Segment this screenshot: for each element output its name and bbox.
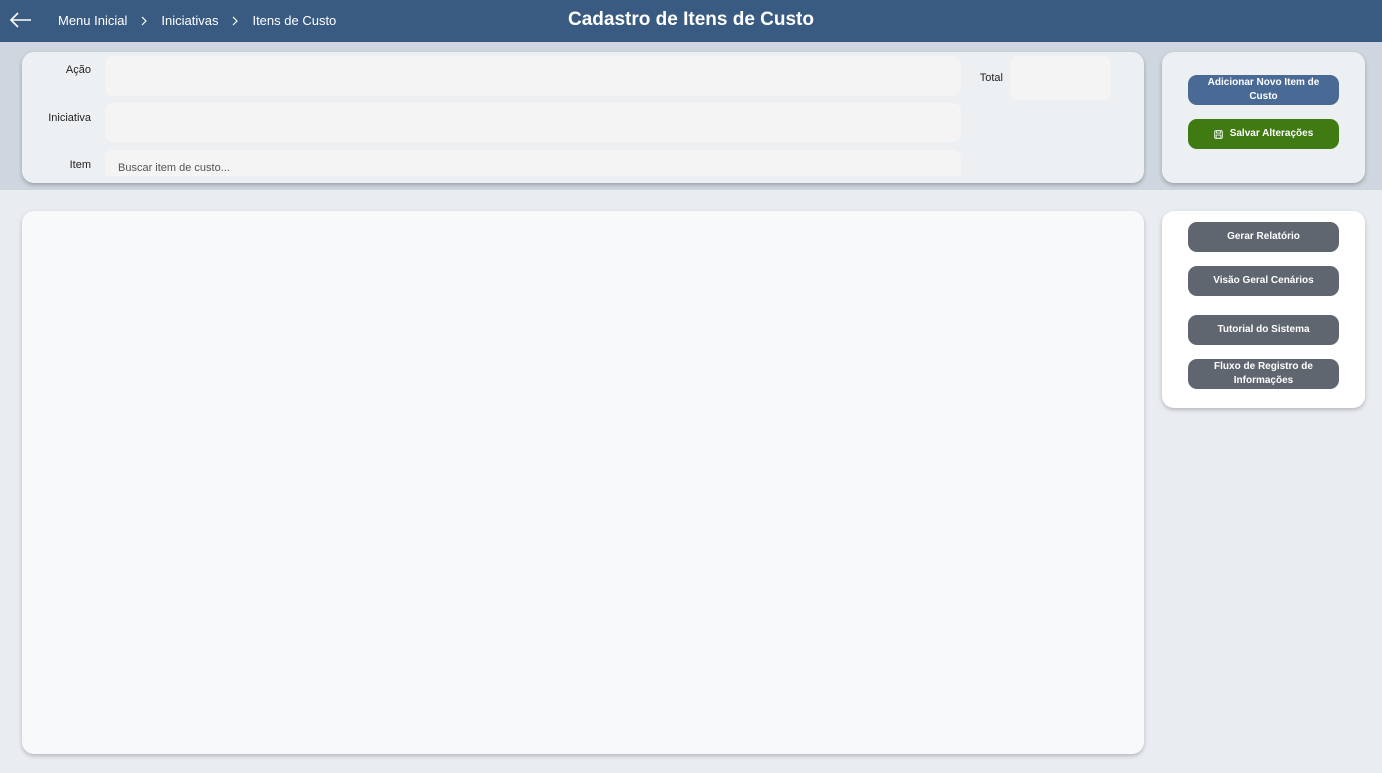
actions-card: Adicionar Novo Item de Custo Salvar Alte… <box>1162 52 1365 183</box>
tutorial-sistema-button[interactable]: Tutorial do Sistema <box>1188 315 1339 345</box>
add-item-button[interactable]: Adicionar Novo Item de Custo <box>1188 75 1339 105</box>
item-search-input[interactable]: Buscar item de custo... <box>105 150 961 176</box>
item-label: Item <box>69 159 91 171</box>
total-field <box>1010 56 1111 100</box>
iniciativa-field[interactable] <box>105 103 961 142</box>
save-button-label: Salvar Alterações <box>1229 128 1314 139</box>
main-content-panel <box>22 211 1144 754</box>
app-header: Menu Inicial Iniciativas Itens de Custo … <box>0 0 1382 42</box>
form-card: Ação Iniciativa Item Buscar item de cust… <box>22 52 1144 183</box>
gerar-relatorio-button[interactable]: Gerar Relatório <box>1188 222 1339 252</box>
save-button[interactable]: Salvar Alterações <box>1188 119 1339 149</box>
iniciativa-label: Iniciativa <box>48 112 91 124</box>
side-menu-card: Gerar Relatório Visão Geral Cenários Tut… <box>1162 211 1365 408</box>
acao-field[interactable] <box>105 56 961 96</box>
page-title: Cadastro de Itens de Custo <box>568 9 814 30</box>
acao-label: Ação <box>65 64 91 76</box>
total-label: Total <box>979 72 1003 84</box>
visao-geral-cenarios-button[interactable]: Visão Geral Cenários <box>1188 266 1339 296</box>
save-icon <box>1213 129 1223 139</box>
fluxo-registro-button[interactable]: Fluxo de Registro de Informações <box>1188 359 1339 389</box>
